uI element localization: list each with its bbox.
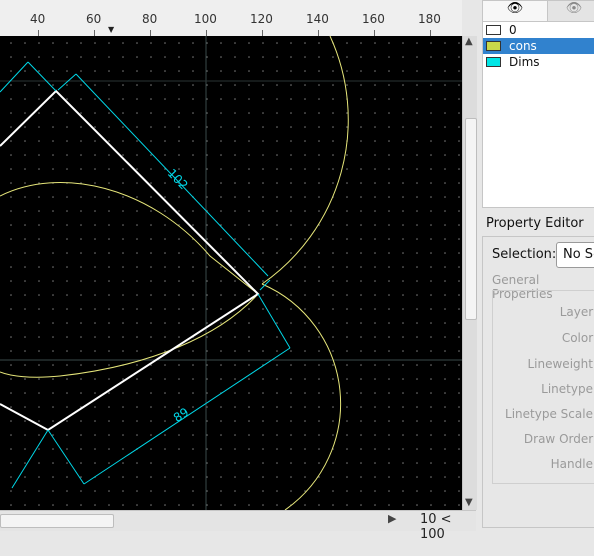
ruler-tick-160: 160 bbox=[362, 12, 385, 26]
ruler-tick-120: 120 bbox=[250, 12, 273, 26]
property-label-color: Color: bbox=[561, 331, 594, 345]
selection-label: Selection: bbox=[492, 247, 557, 262]
property-editor-title: Property Editor bbox=[486, 216, 584, 231]
layer-name: 0 bbox=[509, 23, 517, 37]
ruler-tick-140: 140 bbox=[306, 12, 329, 26]
ruler-tick-60: 60 bbox=[86, 12, 102, 26]
property-label-linetype-scale: Linetype Scale: bbox=[505, 407, 594, 421]
layer-color-swatch bbox=[486, 57, 501, 67]
property-label-draw-order: Draw Order: bbox=[523, 432, 594, 446]
property-label-layer: Layer: bbox=[559, 305, 594, 319]
property-label-lineweight: Lineweight: bbox=[527, 357, 594, 371]
property-label-handle: Handle: bbox=[550, 457, 594, 471]
layer-color-swatch bbox=[486, 41, 501, 51]
scroll-right-icon[interactable]: ▶ bbox=[388, 512, 396, 525]
ruler-position-caret: ▼ bbox=[108, 25, 115, 34]
layer-item-cons[interactable]: cons bbox=[483, 38, 594, 54]
layer-item-0[interactable]: 0 bbox=[483, 22, 594, 38]
vertical-scroll-thumb[interactable] bbox=[465, 118, 477, 320]
drawing-svg: 102 89 bbox=[0, 35, 462, 511]
horizontal-ruler: 40 60 80 100 120 140 160 180 ▼ bbox=[0, 0, 462, 37]
layer-name: Dims bbox=[509, 55, 540, 69]
grid-spacing-readout: 10 < 100 bbox=[420, 512, 452, 542]
layer-name: cons bbox=[509, 39, 537, 53]
layer-list-panel: 👁 👁 0 cons Dims bbox=[482, 0, 594, 208]
ruler-tick-80: 80 bbox=[142, 12, 158, 26]
horizontal-scrollbar[interactable]: ▶ 10 < 100 bbox=[0, 510, 476, 542]
vertical-scrollbar[interactable]: ▲ ▼ bbox=[462, 36, 477, 510]
ruler-tick-180: 180 bbox=[418, 12, 441, 26]
horizontal-scroll-thumb[interactable] bbox=[0, 514, 114, 528]
layer-item-dims[interactable]: Dims bbox=[483, 54, 594, 70]
layer-visibility-tabs: 👁 👁 bbox=[483, 1, 594, 22]
drawing-canvas[interactable]: 102 89 bbox=[0, 35, 462, 511]
selection-dropdown[interactable]: No Se bbox=[556, 242, 594, 268]
ruler-tick-40: 40 bbox=[30, 12, 46, 26]
layer-color-swatch bbox=[486, 25, 501, 35]
property-label-linetype: Linetype: bbox=[541, 382, 594, 396]
scroll-up-icon[interactable]: ▲ bbox=[465, 36, 473, 47]
scroll-down-icon[interactable]: ▼ bbox=[465, 497, 473, 508]
general-properties-group: Layer: Color: Lineweight: Linetype: Line… bbox=[492, 290, 594, 484]
visible-eye-icon[interactable]: 👁 bbox=[483, 1, 548, 21]
hidden-eye-icon[interactable]: 👁 bbox=[549, 1, 594, 21]
ruler-tick-100: 100 bbox=[194, 12, 217, 26]
